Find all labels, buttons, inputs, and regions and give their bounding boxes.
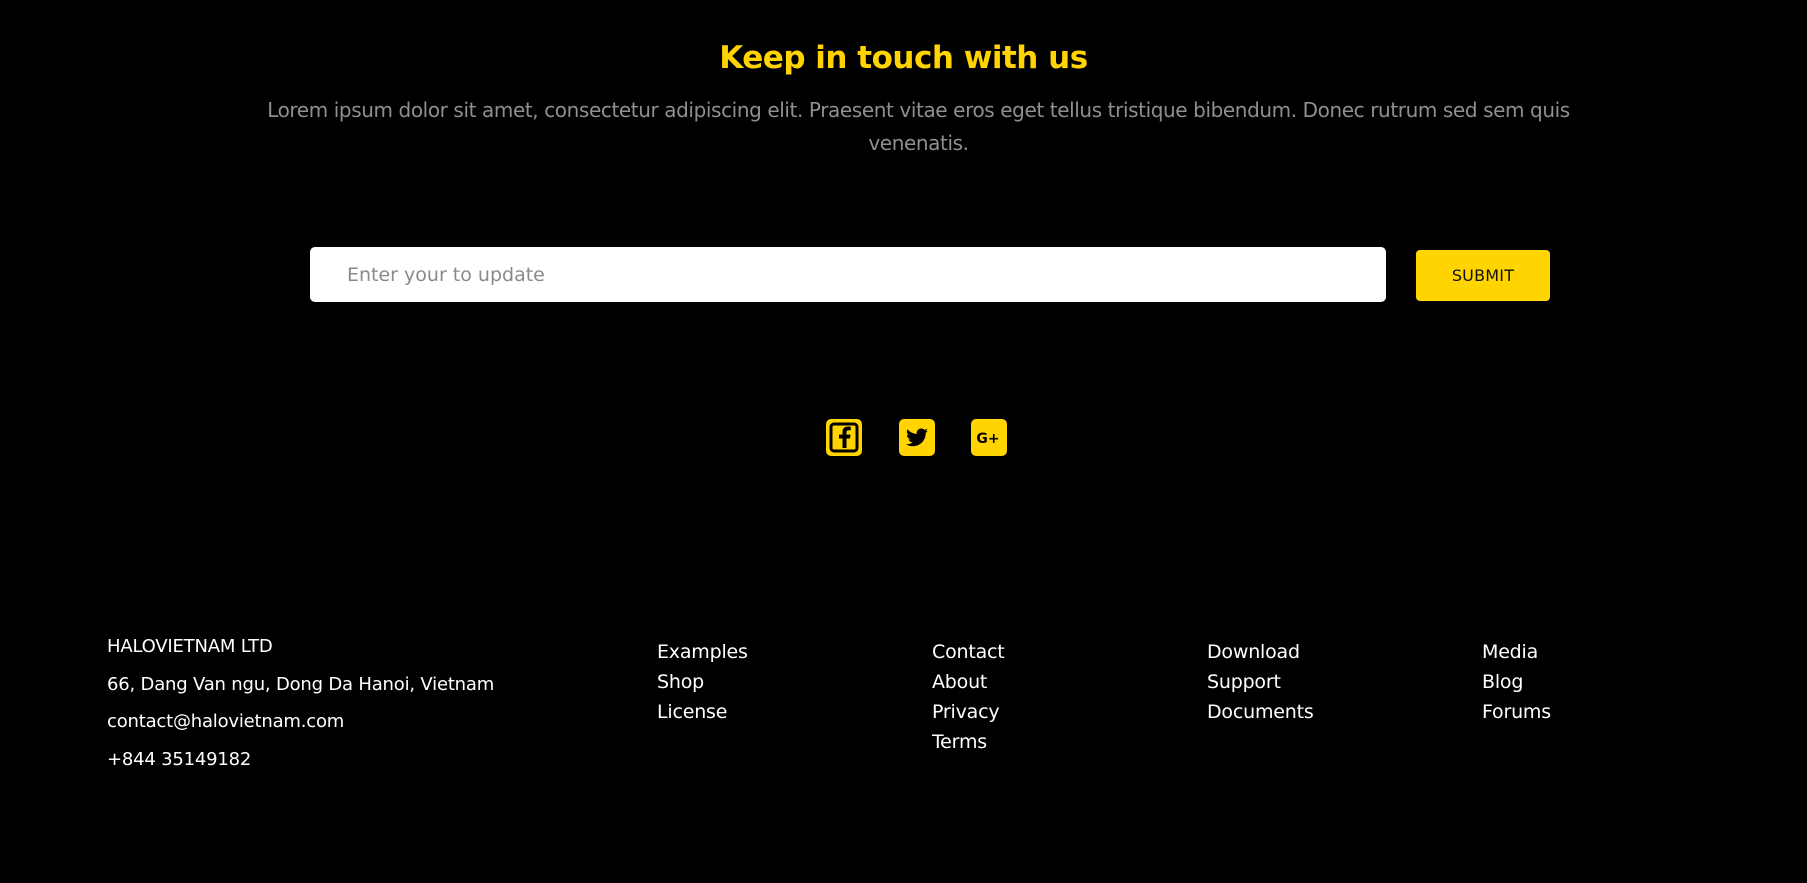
footer-link-about[interactable]: About bbox=[932, 667, 1005, 697]
social-links: G+ bbox=[0, 419, 1807, 456]
submit-button[interactable]: SUBMIT bbox=[1416, 250, 1550, 301]
email-input[interactable] bbox=[310, 247, 1386, 302]
footer-link-support[interactable]: Support bbox=[1207, 667, 1314, 697]
twitter-icon bbox=[906, 428, 928, 447]
newsletter-description: Lorem ipsum dolor sit amet, consectetur … bbox=[267, 98, 1570, 155]
footer-link-shop[interactable]: Shop bbox=[657, 667, 748, 697]
footer-links-column: Contact About Privacy Terms bbox=[932, 637, 1005, 757]
footer-links-column: Examples Shop License bbox=[657, 637, 748, 727]
company-phone: +844 35149182 bbox=[107, 748, 252, 770]
newsletter-heading: Keep in touch with us bbox=[719, 40, 1088, 76]
company-email: contact@halovietnam.com bbox=[107, 711, 345, 732]
footer-link-media[interactable]: Media bbox=[1482, 637, 1551, 667]
footer-link-terms[interactable]: Terms bbox=[932, 727, 1005, 757]
footer-link-license[interactable]: License bbox=[657, 697, 748, 727]
google-plus-icon: G+ bbox=[976, 431, 999, 447]
svg-text:G+: G+ bbox=[976, 431, 999, 447]
facebook-link[interactable] bbox=[826, 419, 862, 456]
twitter-link[interactable] bbox=[899, 419, 935, 456]
footer-link-contact[interactable]: Contact bbox=[932, 637, 1005, 667]
footer-link-blog[interactable]: Blog bbox=[1482, 667, 1551, 697]
footer-link-download[interactable]: Download bbox=[1207, 637, 1314, 667]
footer-link-forums[interactable]: Forums bbox=[1482, 697, 1551, 727]
footer-link-examples[interactable]: Examples bbox=[657, 637, 748, 667]
footer-links-column: Media Blog Forums bbox=[1482, 637, 1551, 727]
company-address: 66, Dang Van ngu, Dong Da Hanoi, Vietnam bbox=[107, 673, 495, 695]
company-info: HALOVIETNAM LTD 66, Dang Van ngu, Dong D… bbox=[107, 628, 494, 778]
footer-links-column: Download Support Documents bbox=[1207, 637, 1314, 727]
company-name: HALOVIETNAM LTD bbox=[107, 636, 273, 657]
google-plus-link[interactable]: G+ bbox=[971, 419, 1007, 456]
footer-link-privacy[interactable]: Privacy bbox=[932, 697, 1005, 727]
footer-link-documents[interactable]: Documents bbox=[1207, 697, 1314, 727]
facebook-icon bbox=[829, 422, 859, 453]
